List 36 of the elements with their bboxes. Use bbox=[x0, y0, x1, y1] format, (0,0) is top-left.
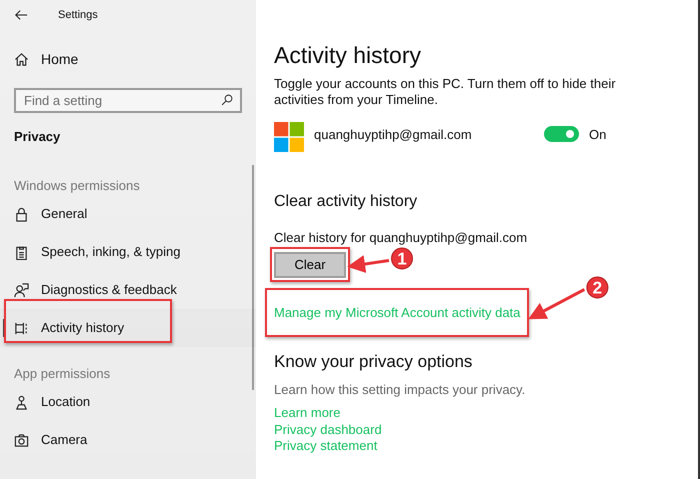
home-icon bbox=[14, 52, 29, 66]
step-number: 1 bbox=[391, 248, 413, 270]
camera-icon bbox=[14, 432, 29, 448]
section-heading: Know your privacy options bbox=[274, 351, 474, 373]
group-heading: Windows permissions bbox=[13, 176, 141, 195]
clipboard-icon bbox=[14, 244, 29, 260]
toggle-switch[interactable] bbox=[544, 126, 579, 142]
sidebar-item[interactable]: Activity history bbox=[0, 309, 256, 347]
sidebar-item[interactable]: Location bbox=[0, 383, 256, 421]
clear-button[interactable]: Clear bbox=[274, 252, 346, 278]
search-field[interactable]: Find a setting bbox=[14, 88, 242, 113]
timeline-icon bbox=[14, 320, 29, 336]
window-title: Settings bbox=[58, 8, 98, 23]
callout-arrow bbox=[528, 288, 586, 320]
privacy-text: Learn how this setting impacts your privacy. bbox=[274, 380, 526, 399]
account-email: quanghuyptihp@gmail.com bbox=[314, 126, 473, 144]
lock-icon bbox=[14, 206, 29, 222]
group-heading: App permissions bbox=[13, 364, 112, 383]
section-heading: Clear activity history bbox=[274, 192, 418, 212]
sidebar-item[interactable]: Speech, inking, & typing bbox=[0, 233, 256, 271]
sidebar-item[interactable]: Camera bbox=[0, 421, 256, 459]
section-title: Privacy bbox=[13, 128, 62, 146]
callout-arrow bbox=[347, 255, 390, 273]
sidebar-item[interactable]: Diagnostics & feedback bbox=[0, 271, 256, 309]
person-feedback-icon bbox=[14, 282, 29, 298]
clear-label: Clear history for quanghuyptihp@gmail.com bbox=[274, 229, 528, 247]
location-person-icon bbox=[14, 394, 29, 410]
search-icon bbox=[221, 94, 233, 106]
description-text: Toggle your accounts on this PC. Turn them off to hide their activities from your Timeline. bbox=[274, 76, 617, 108]
back-icon bbox=[14, 8, 28, 22]
step-number: 2 bbox=[586, 276, 608, 298]
windows-logo-icon bbox=[274, 122, 304, 152]
page-title: Activity history bbox=[274, 41, 422, 70]
toggle-label: On bbox=[589, 126, 606, 144]
home-link[interactable]: Home bbox=[41, 48, 78, 70]
sidebar-item[interactable]: General bbox=[0, 195, 256, 233]
